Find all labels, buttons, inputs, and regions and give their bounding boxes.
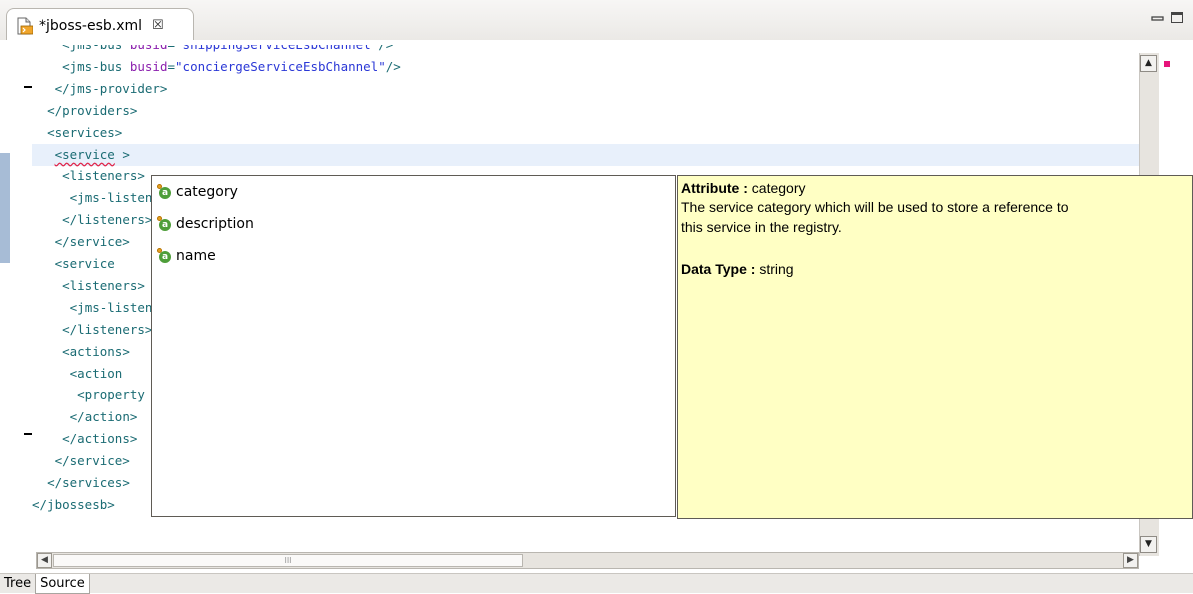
attribute-description: The service category which will be used … <box>681 199 1069 215</box>
minimize-icon[interactable] <box>1151 12 1165 26</box>
editor-tab[interactable]: *jboss-esb.xml ☒ <box>6 8 194 42</box>
content-assist-item-category[interactable]: a category <box>152 176 675 208</box>
attribute-description-cont: this service in the registry. <box>681 219 842 235</box>
editor-ruler <box>0 40 32 573</box>
content-assist-item-description[interactable]: a description <box>152 208 675 240</box>
code-line[interactable]: </providers> <box>32 100 1140 122</box>
attribute-icon: a <box>157 248 173 264</box>
maximize-icon[interactable] <box>1171 12 1183 23</box>
tab-tree[interactable]: Tree <box>0 574 35 593</box>
code-line[interactable]: <services> <box>32 122 1140 144</box>
scroll-right-icon[interactable]: ▶ <box>1123 553 1138 568</box>
attribute-icon: a <box>157 216 173 232</box>
attribute-info-popup: Attribute : category The service categor… <box>677 175 1193 519</box>
tab-title: *jboss-esb.xml <box>39 17 143 34</box>
error-overview-marker[interactable] <box>1164 61 1170 67</box>
scroll-thumb[interactable]: III <box>53 554 523 567</box>
xml-file-icon <box>15 17 34 35</box>
fold-marker <box>24 86 32 88</box>
horizontal-scrollbar[interactable]: ◀ III ▶ <box>36 552 1139 569</box>
content-assist-label: name <box>176 248 216 264</box>
editor-tab-bar: *jboss-esb.xml ☒ <box>0 0 1193 42</box>
content-assist-popup: a category a description a name <box>151 175 676 517</box>
scroll-up-icon[interactable]: ▲ <box>1140 55 1157 72</box>
scroll-down-icon[interactable]: ▼ <box>1140 536 1157 553</box>
code-line[interactable]: <service > <box>32 143 1140 166</box>
attribute-heading: Attribute : category <box>681 180 806 196</box>
editor-page-tabs: Tree Source <box>0 573 1193 594</box>
content-assist-label: category <box>176 184 238 200</box>
quick-diff-marker <box>0 153 10 263</box>
fold-marker <box>24 433 32 435</box>
data-type: Data Type : string <box>681 261 794 277</box>
content-assist-item-name[interactable]: a name <box>152 240 675 272</box>
content-assist-label: description <box>176 216 254 232</box>
code-line[interactable]: </jms-provider> <box>32 78 1140 100</box>
code-line[interactable]: <jms-bus busid="shippingServiceEsbChanne… <box>32 45 1140 56</box>
scroll-left-icon[interactable]: ◀ <box>37 553 52 568</box>
code-line[interactable]: <jms-bus busid="conciergeServiceEsbChann… <box>32 56 1140 78</box>
attribute-icon: a <box>157 184 173 200</box>
close-icon[interactable]: ☒ <box>152 18 164 33</box>
tab-source[interactable]: Source <box>35 574 90 594</box>
